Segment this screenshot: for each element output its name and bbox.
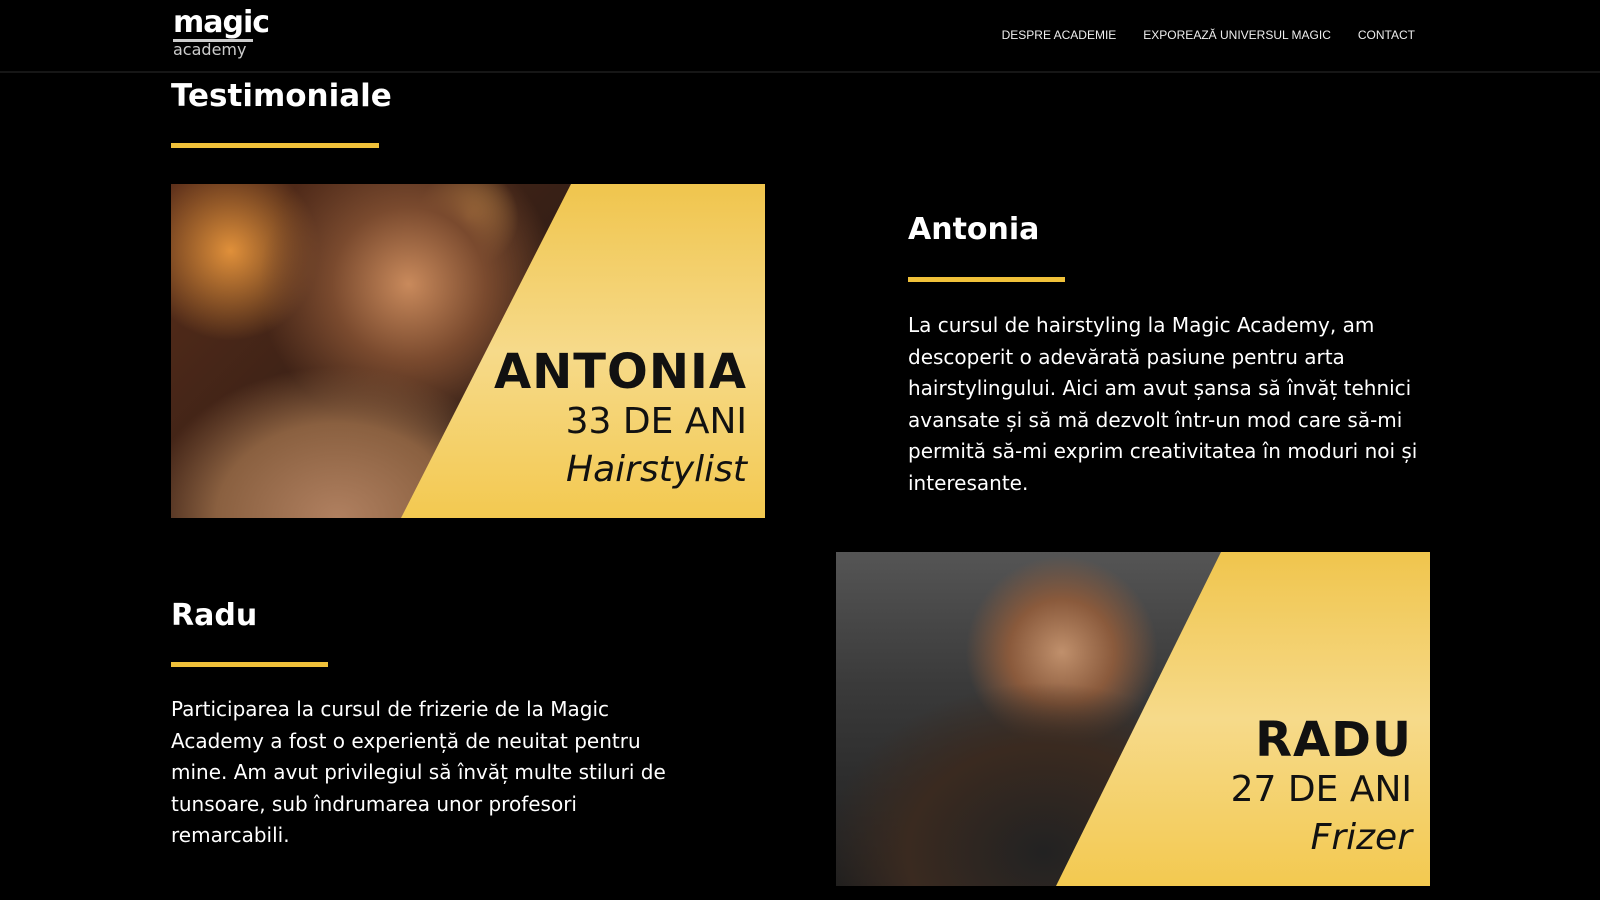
nav-contact[interactable]: CONTACT bbox=[1358, 28, 1415, 42]
overlay-name: ANTONIA bbox=[493, 344, 747, 400]
logo-magic: magic bbox=[173, 5, 270, 42]
testimonial-name-radu: Radu bbox=[171, 598, 258, 633]
antonia-underline bbox=[908, 277, 1065, 282]
title-underline bbox=[171, 143, 379, 148]
testimonial-text-radu: Participarea la cursul de frizerie de la… bbox=[171, 697, 666, 847]
antonia-overlay: ANTONIA 33 DE ANI Hairstylist bbox=[494, 344, 747, 490]
section-title: Testimoniale bbox=[171, 78, 392, 114]
nav-exploreaza[interactable]: EXPOREAZĂ UNIVERSUL MAGIC bbox=[1143, 28, 1331, 42]
radu-underline bbox=[171, 662, 328, 667]
logo[interactable]: magic academy bbox=[173, 5, 270, 59]
site-header: magic academy DESPRE ACADEMIE EXPOREAZĂ … bbox=[0, 0, 1600, 73]
overlay-age: 27 DE ANI bbox=[1230, 769, 1412, 810]
main-nav: DESPRE ACADEMIE EXPOREAZĂ UNIVERSUL MAGI… bbox=[1002, 28, 1415, 42]
nav-despre-academie[interactable]: DESPRE ACADEMIE bbox=[1002, 28, 1117, 42]
overlay-name: RADU bbox=[1255, 712, 1412, 768]
testimonial-name-antonia: Antonia bbox=[908, 212, 1040, 247]
overlay-role: Hairstylist bbox=[566, 449, 747, 491]
overlay-age: 33 DE ANI bbox=[565, 401, 747, 442]
radu-image: RADU 27 DE ANI Frizer bbox=[836, 552, 1430, 886]
antonia-image: ANTONIA 33 DE ANI Hairstylist bbox=[171, 184, 765, 518]
radu-overlay: RADU 27 DE ANI Frizer bbox=[1231, 712, 1412, 858]
testimonial-text-antonia: La cursul de hairstyling la Magic Academ… bbox=[908, 313, 1418, 495]
overlay-role: Frizer bbox=[1310, 817, 1412, 859]
logo-academy: academy bbox=[173, 40, 247, 59]
